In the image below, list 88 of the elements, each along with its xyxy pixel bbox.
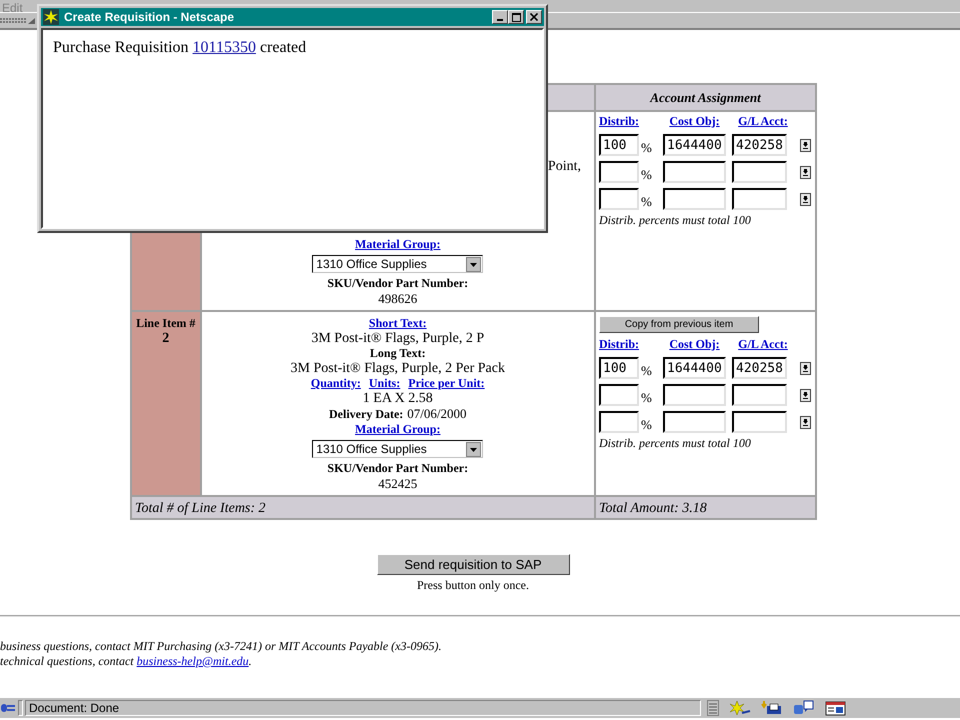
input-field[interactable]: 1644400 bbox=[663, 134, 726, 156]
maximize-icon bbox=[512, 12, 520, 22]
short-text: 3M Post-it® Flags, Purple, 2 P bbox=[311, 331, 484, 346]
down-arrow-icon bbox=[803, 196, 808, 202]
status-text: Document: Done bbox=[25, 700, 701, 716]
progress-field bbox=[18, 700, 23, 716]
sparkle-icon bbox=[729, 700, 751, 716]
percent-sign: % bbox=[641, 390, 652, 406]
footer-text: technical questions, contact business-help@mit.edu. bbox=[0, 654, 253, 669]
input-field[interactable] bbox=[732, 411, 787, 433]
down-arrow-icon bbox=[803, 418, 808, 426]
field-label: Long Text: bbox=[370, 346, 426, 361]
field-label: SKU/Vendor Part Number: bbox=[327, 461, 468, 476]
part-number: 452425 bbox=[378, 476, 418, 491]
lookup-button[interactable] bbox=[800, 138, 811, 152]
field-label-link[interactable]: Short Text: bbox=[368, 316, 427, 331]
minimize-button[interactable] bbox=[492, 10, 508, 24]
input-field[interactable] bbox=[663, 161, 726, 183]
message-text: Purchase Requisition 10115350 created bbox=[53, 39, 308, 57]
material-group-dropdown[interactable]: 1310 Office Supplies bbox=[312, 255, 484, 273]
input-field[interactable] bbox=[732, 384, 787, 406]
email-link[interactable]: business-help@mit.edu bbox=[136, 654, 249, 668]
hint-text: Distrib. percents must total 100 bbox=[599, 436, 752, 451]
lookup-button[interactable] bbox=[800, 192, 811, 206]
percent-sign: % bbox=[641, 363, 652, 379]
instruction-text: Press button only once. bbox=[417, 578, 529, 593]
app-icon bbox=[43, 9, 59, 25]
window-title: Create Requisition - Netscape bbox=[64, 10, 236, 24]
lookup-button[interactable] bbox=[800, 166, 811, 178]
input-field[interactable]: 420258 bbox=[732, 357, 787, 379]
connection-icon bbox=[0, 701, 16, 715]
material-group-dropdown[interactable]: 1310 Office Supplies bbox=[312, 440, 484, 458]
input-field[interactable] bbox=[663, 188, 726, 210]
field-label-link[interactable]: G/L Acct: bbox=[738, 337, 788, 352]
input-field[interactable] bbox=[599, 161, 639, 183]
input-field[interactable]: 420258 bbox=[732, 134, 787, 156]
total-amount-text: Total Amount: 3.18 bbox=[599, 500, 707, 516]
line-item-label: Line Item # bbox=[135, 316, 196, 331]
field-label-link[interactable]: Material Group: bbox=[355, 237, 440, 252]
maximize-button[interactable] bbox=[508, 10, 524, 24]
quantity-text: 1 EA X 2.58 bbox=[362, 391, 433, 406]
long-text: 3M Post-it® Flags, Purple, 2 Per Pack bbox=[290, 361, 505, 376]
input-field[interactable] bbox=[599, 411, 639, 433]
line-item-number: 2 bbox=[161, 331, 170, 347]
hint-text: Distrib. percents must total 100 bbox=[599, 213, 752, 228]
input-field[interactable] bbox=[663, 411, 726, 433]
input-field[interactable] bbox=[599, 384, 639, 406]
field-label-link[interactable]: Distrib: bbox=[599, 114, 639, 129]
percent-sign: % bbox=[641, 417, 652, 433]
lookup-button[interactable] bbox=[800, 362, 811, 374]
column-header: Account Assignment bbox=[595, 84, 816, 111]
field-label-link[interactable]: Price per Unit: bbox=[408, 376, 485, 391]
field-label-link[interactable]: Cost Obj: bbox=[669, 114, 720, 129]
field-label-link[interactable]: Distrib: bbox=[599, 337, 639, 352]
close-button[interactable] bbox=[526, 10, 542, 24]
requisition-link[interactable]: 10115350 bbox=[192, 39, 256, 56]
percent-sign: % bbox=[641, 140, 652, 156]
field-label: SKU/Vendor Part Number: bbox=[327, 276, 468, 291]
field-label-link[interactable]: Units: bbox=[368, 376, 400, 391]
field-label-link[interactable]: Quantity: bbox=[310, 376, 361, 391]
toolbar-grip-icon bbox=[0, 18, 35, 24]
down-arrow-icon bbox=[803, 142, 808, 148]
lookup-button[interactable] bbox=[800, 388, 811, 402]
input-field[interactable]: 1644400 bbox=[663, 357, 726, 379]
send-button[interactable]: Send requisition to SAP bbox=[376, 554, 570, 575]
field-label: Delivery Date: bbox=[329, 407, 404, 422]
part-number: 498626 bbox=[378, 291, 418, 306]
footer-text: business questions, contact MIT Purchasing (x3-7241) or MIT Accounts Payable (x3-0965). bbox=[0, 639, 442, 654]
input-field[interactable] bbox=[663, 384, 726, 406]
long-text: Point, bbox=[548, 159, 581, 174]
total-items-text: Total # of Line Items: 2 bbox=[135, 500, 266, 516]
down-arrow-icon bbox=[803, 364, 808, 372]
copy-button[interactable]: Copy from previous item bbox=[599, 316, 759, 333]
field-label-link[interactable]: G/L Acct: bbox=[738, 114, 788, 129]
input-field[interactable] bbox=[732, 188, 787, 210]
percent-sign: % bbox=[641, 167, 652, 183]
input-field[interactable] bbox=[599, 188, 639, 210]
lookup-button[interactable] bbox=[800, 416, 811, 428]
down-arrow-icon bbox=[803, 168, 808, 176]
close-icon bbox=[530, 13, 538, 21]
field-label-link[interactable]: Cost Obj: bbox=[669, 337, 720, 352]
delivery-date: 07/06/2000 bbox=[407, 406, 467, 421]
field-label-link[interactable]: Material Group: bbox=[355, 422, 440, 437]
down-arrow-icon bbox=[803, 392, 808, 398]
input-field[interactable]: 100 bbox=[599, 134, 639, 156]
percent-sign: % bbox=[641, 194, 652, 210]
input-field[interactable]: 100 bbox=[599, 357, 639, 379]
input-field[interactable] bbox=[732, 161, 787, 183]
